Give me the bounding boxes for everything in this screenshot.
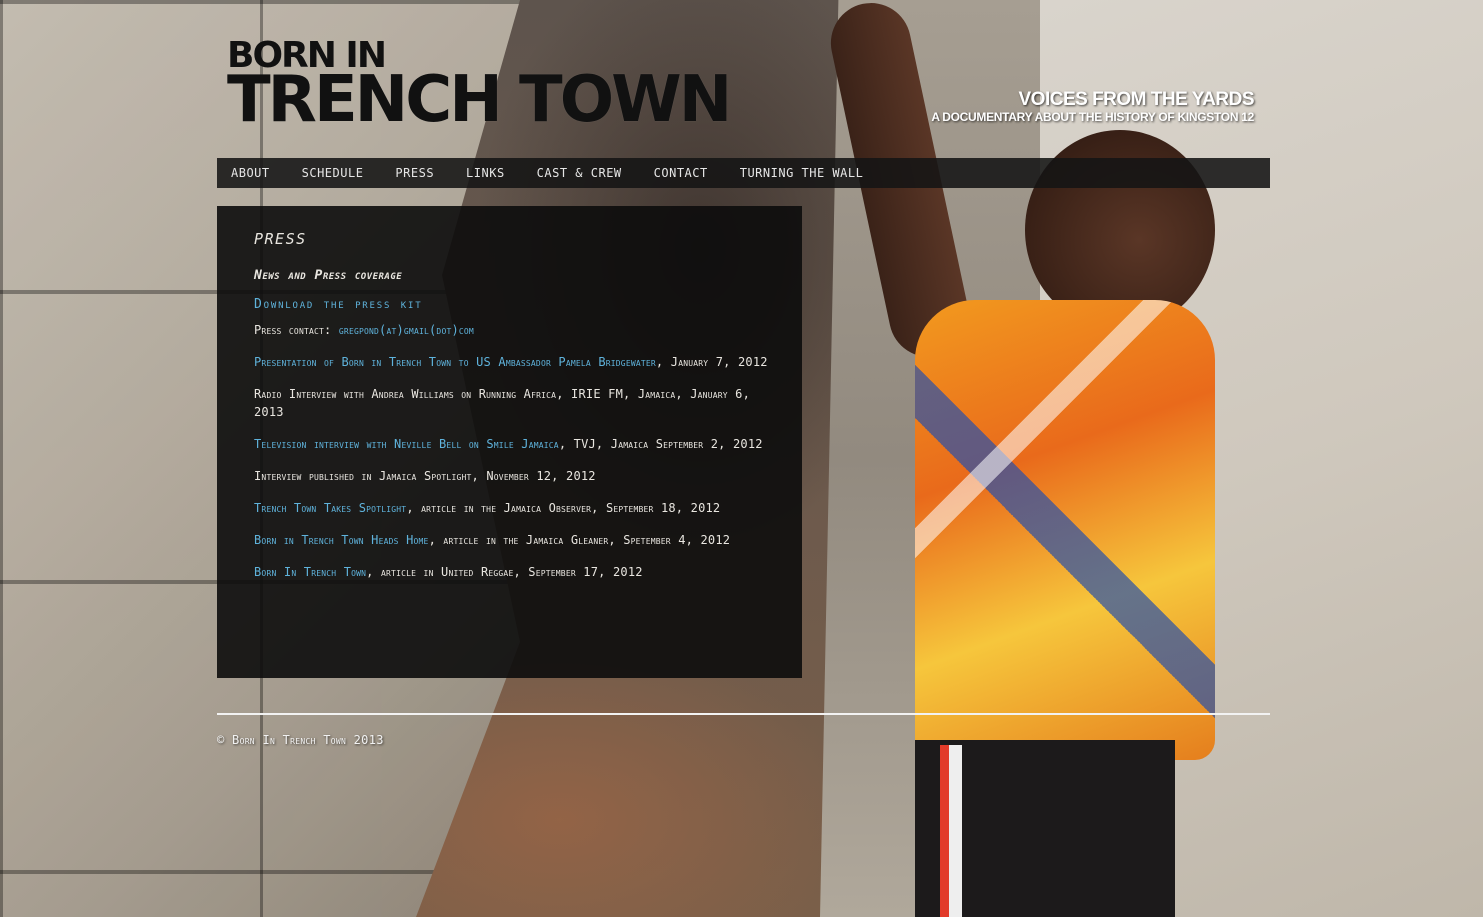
- press-entry: Trench Town Takes Spotlight, article in …: [254, 499, 772, 517]
- press-kit-link[interactable]: Download the press kit: [254, 297, 422, 312]
- background-boy-stripe: [940, 745, 962, 917]
- press-contact-label: Press contact:: [254, 323, 332, 337]
- logo-line-2: TRENCH TOWN: [227, 63, 732, 137]
- press-entry: Interview published in Jamaica Spotlight…: [254, 467, 772, 485]
- press-entry-link[interactable]: Television interview with Neville Bell o…: [254, 437, 559, 451]
- tagline-main: VOICES FROM THE YARDS: [1018, 89, 1255, 110]
- nav-item-press[interactable]: Press: [395, 166, 434, 180]
- press-entry-link[interactable]: Born In Trench Town: [254, 565, 366, 579]
- press-entry-text: , article in the Jamaica Gleaner, Spetem…: [428, 533, 731, 547]
- footer-divider: [217, 713, 1270, 715]
- press-entry: Radio Interview with Andrea Williams on …: [254, 385, 772, 421]
- site-tagline: VOICES FROM THE YARDS A DOCUMENTARY ABOU…: [931, 90, 1254, 123]
- nav-item-schedule[interactable]: Schedule: [302, 166, 364, 180]
- nav-item-cast-crew[interactable]: Cast & Crew: [537, 166, 622, 180]
- press-entry-text: , article in the Jamaica Observer, Septe…: [406, 501, 721, 515]
- tagline-sub: A DOCUMENTARY ABOUT THE HISTORY OF KINGS…: [931, 110, 1254, 124]
- background-boy-shirt: [915, 300, 1215, 760]
- press-entry-text: , January 7, 2012: [655, 355, 768, 369]
- press-contact: Press contact: gregpond(at)gmail(dot)com: [254, 321, 772, 339]
- press-entry-text: , TVJ, Jamaica September 2, 2012: [558, 437, 763, 451]
- press-entry: Born in Trench Town Heads Home, article …: [254, 531, 772, 549]
- press-list: Presentation of Born in Trench Town to U…: [254, 353, 772, 581]
- press-entry: Born In Trench Town, article in United R…: [254, 563, 772, 581]
- nav-item-links[interactable]: Links: [466, 166, 505, 180]
- press-entry-link[interactable]: Trench Town Takes Spotlight: [254, 501, 406, 515]
- nav-item-turning-the-wall[interactable]: Turning the Wall: [740, 166, 864, 180]
- press-entry-link[interactable]: Born in Trench Town Heads Home: [254, 533, 429, 547]
- nav-item-about[interactable]: About: [231, 166, 270, 180]
- nav-item-contact[interactable]: Contact: [654, 166, 708, 180]
- press-entry-text: Interview published in Jamaica Spotlight…: [254, 469, 596, 483]
- section-subtitle: News and Press coverage: [254, 268, 403, 283]
- press-entry-text: Radio Interview with Andrea Williams on …: [254, 387, 751, 419]
- press-contact-email-link[interactable]: gregpond(at)gmail(dot)com: [339, 323, 474, 337]
- content-panel: Press News and Press coverage Download t…: [217, 206, 802, 678]
- main-nav: About Schedule Press Links Cast & Crew C…: [217, 158, 1270, 188]
- press-entry-link[interactable]: Presentation of Born in Trench Town to U…: [254, 355, 656, 369]
- press-entry: Television interview with Neville Bell o…: [254, 435, 772, 453]
- page-title: Press: [254, 230, 307, 248]
- press-entry-text: , article in United Reggae, September 17…: [366, 565, 643, 579]
- site-logo[interactable]: BORN IN TRENCH TOWN: [227, 38, 732, 137]
- press-entry: Presentation of Born in Trench Town to U…: [254, 353, 772, 371]
- footer-copyright: © Born In Trench Town 2013: [217, 733, 384, 747]
